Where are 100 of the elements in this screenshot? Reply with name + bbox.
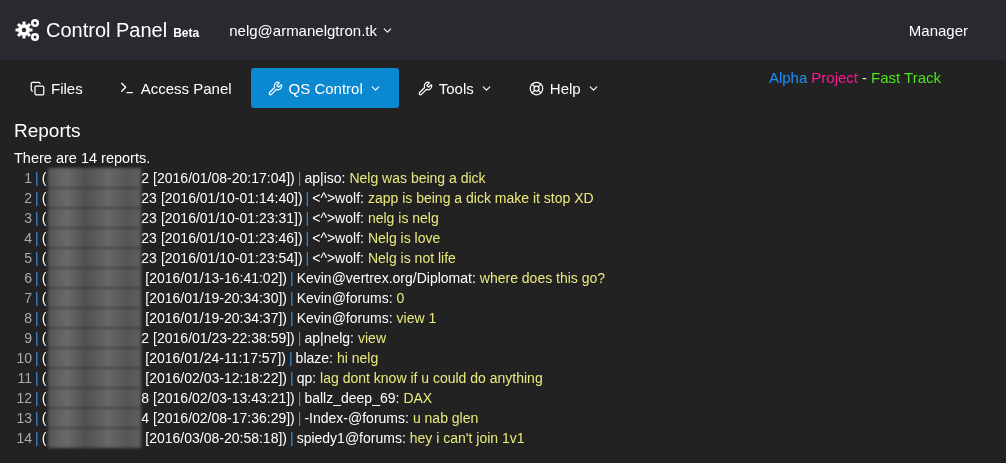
address-tail: 23 xyxy=(141,249,157,268)
report-number: 12 xyxy=(15,389,32,408)
separator: | xyxy=(297,169,302,188)
separator: | xyxy=(35,309,39,328)
report-time: [2016/01/19-20:34:37]) xyxy=(145,309,287,328)
report-user: Kevin@vertrex.org/Diplomat: xyxy=(296,269,476,288)
report-number: 4 xyxy=(23,229,32,248)
paren: ( xyxy=(41,289,47,308)
separator: | xyxy=(297,409,302,428)
report-time: [2016/01/19-20:34:30]) xyxy=(145,289,287,308)
report-user: <^>wolf: xyxy=(312,229,364,248)
address-tail: 23 xyxy=(141,189,157,208)
paren: ( xyxy=(41,189,47,208)
address-tail: 2 xyxy=(141,169,150,188)
page-heading: Reports xyxy=(14,120,82,142)
nav-tab[interactable]: Access Panel xyxy=(101,68,249,108)
report-user: <^>wolf: xyxy=(312,249,364,268)
report-number: 3 xyxy=(23,209,32,228)
report-number: 9 xyxy=(23,329,32,348)
paren: ( xyxy=(41,309,47,328)
report-user: blaze: xyxy=(295,349,333,368)
paren: ( xyxy=(41,329,47,348)
nav-tab[interactable]: Tools xyxy=(400,68,510,108)
report-user: <^>wolf: xyxy=(312,209,364,228)
report-number: 2 xyxy=(23,189,32,208)
report-message: lag dont know if u could do anything xyxy=(320,369,543,388)
report-user: -Index-@forums: xyxy=(304,409,409,428)
report-message: Nelg is love xyxy=(367,229,441,248)
paren: ( xyxy=(41,229,47,248)
report-count: There are 14 reports. xyxy=(14,149,152,168)
report-user: ap|iso: xyxy=(304,169,346,188)
report-user: spiedy1@forums: xyxy=(296,429,406,448)
separator: | xyxy=(35,229,39,248)
report-message: u nab glen xyxy=(412,409,479,428)
report-message: view xyxy=(358,329,386,348)
nav-tab[interactable]: Help xyxy=(511,68,617,108)
report-message: DAX xyxy=(403,389,433,408)
report-number: 11 xyxy=(16,369,32,388)
terminal-icon xyxy=(118,80,135,96)
account-menu[interactable]: nelg@armanelgtron.tk xyxy=(229,21,394,39)
separator: | xyxy=(305,249,310,268)
paren: ( xyxy=(41,349,47,368)
separator: | xyxy=(305,189,310,208)
role-label[interactable]: Manager xyxy=(908,21,968,39)
separator: | xyxy=(297,389,302,408)
report-number: 6 xyxy=(23,269,32,288)
nav-tab[interactable]: QS Control xyxy=(250,68,399,108)
separator: | xyxy=(290,289,294,308)
project-word: - xyxy=(862,68,867,86)
separator: | xyxy=(35,429,39,448)
paren: ( xyxy=(41,409,47,428)
separator: | xyxy=(290,269,294,288)
report-message: hi nelg xyxy=(336,349,379,368)
separator: | xyxy=(35,249,39,268)
separator: | xyxy=(35,189,39,208)
lifebuoy-icon xyxy=(528,80,544,96)
separator: | xyxy=(35,269,39,288)
wrench-icon xyxy=(417,80,433,96)
separator: | xyxy=(35,329,39,348)
app-title: Control Panel xyxy=(46,18,168,42)
report-time: [2016/01/24-11:17:57]) xyxy=(145,349,286,368)
report-user: Kevin@forums: xyxy=(296,309,393,328)
report-user: <^>wolf: xyxy=(312,189,364,208)
report-number: 10 xyxy=(15,349,32,368)
separator: | xyxy=(35,369,39,388)
report-time: [2016/01/08-20:17:04]) xyxy=(153,169,295,188)
report-time: [2016/02/03-12:18:22]) xyxy=(145,369,287,388)
report-time: [2016/03/08-20:58:18]) xyxy=(145,429,287,448)
project-word: Fast Track xyxy=(871,68,941,86)
address-tail: 23 xyxy=(141,229,157,248)
address-tail: 8 xyxy=(141,389,150,408)
separator: | xyxy=(290,429,294,448)
report-number: 13 xyxy=(15,409,32,428)
report-time: [2016/01/10-01:14:40]) xyxy=(160,189,303,208)
separator: | xyxy=(305,229,310,248)
report-message: 0 xyxy=(396,289,405,308)
separator: | xyxy=(35,209,39,228)
separator: | xyxy=(290,369,294,388)
report-time: [2016/02/03-13:43:21]) xyxy=(153,389,295,408)
report-message: view 1 xyxy=(396,309,437,328)
separator: | xyxy=(290,309,294,328)
report-message: hey i can't join 1v1 xyxy=(409,429,525,448)
separator: | xyxy=(35,409,39,428)
separator: | xyxy=(35,289,39,308)
wrench-icon xyxy=(267,80,283,96)
paren: ( xyxy=(41,389,47,408)
report-time: [2016/02/08-17:36:29]) xyxy=(153,409,295,428)
report-message: Nelg is not life xyxy=(367,249,456,268)
separator: | xyxy=(288,349,293,368)
paren: ( xyxy=(41,369,47,388)
separator: | xyxy=(35,389,39,408)
report-message: Nelg was being a dick xyxy=(349,169,486,188)
paren: ( xyxy=(41,169,47,188)
nav-tab[interactable]: Files xyxy=(13,68,100,108)
report-message: where does this go? xyxy=(479,269,606,288)
address-tail: 4 xyxy=(141,409,150,428)
separator: | xyxy=(35,169,39,188)
gears-icon xyxy=(14,17,42,43)
paren: ( xyxy=(41,249,47,268)
address-tail: 23 xyxy=(141,209,157,228)
